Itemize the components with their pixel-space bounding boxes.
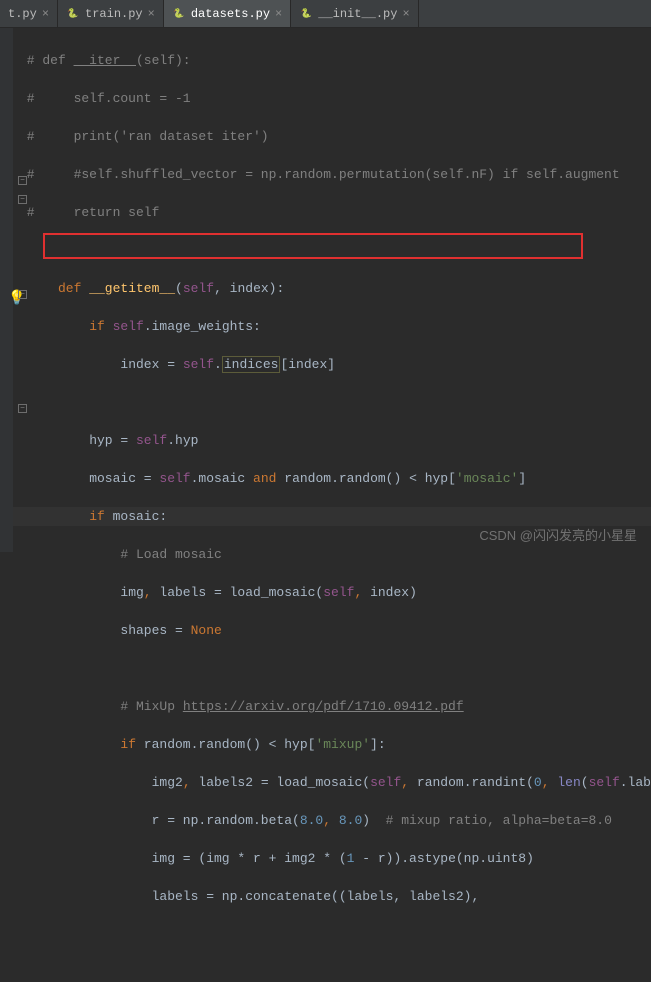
tab-train-py[interactable]: 🐍 train.py × xyxy=(58,0,164,27)
python-icon: 🐍 xyxy=(172,7,186,21)
gutter: − − 💡 − − xyxy=(0,28,13,552)
tab-init-py[interactable]: 🐍 __init__.py × xyxy=(291,0,418,27)
close-icon[interactable]: × xyxy=(275,7,282,21)
python-icon: 🐍 xyxy=(66,7,80,21)
tab-label: __init__.py xyxy=(318,7,397,21)
editor: − − 💡 − − # def __iter__(self): # self.c… xyxy=(0,28,651,552)
tab-datasets-py[interactable]: 🐍 datasets.py × xyxy=(164,0,291,27)
tab-label: t.py xyxy=(8,7,37,21)
tab-label: datasets.py xyxy=(191,7,270,21)
close-icon[interactable]: × xyxy=(402,7,409,21)
close-icon[interactable]: × xyxy=(42,7,49,21)
python-icon: 🐍 xyxy=(299,7,313,21)
tab-bar: t.py × 🐍 train.py × 🐍 datasets.py × 🐍 __… xyxy=(0,0,651,28)
tab-t-py[interactable]: t.py × xyxy=(0,0,58,27)
close-icon[interactable]: × xyxy=(148,7,155,21)
tab-label: train.py xyxy=(85,7,143,21)
code-area[interactable]: # def __iter__(self): # self.count = -1 … xyxy=(13,28,651,552)
